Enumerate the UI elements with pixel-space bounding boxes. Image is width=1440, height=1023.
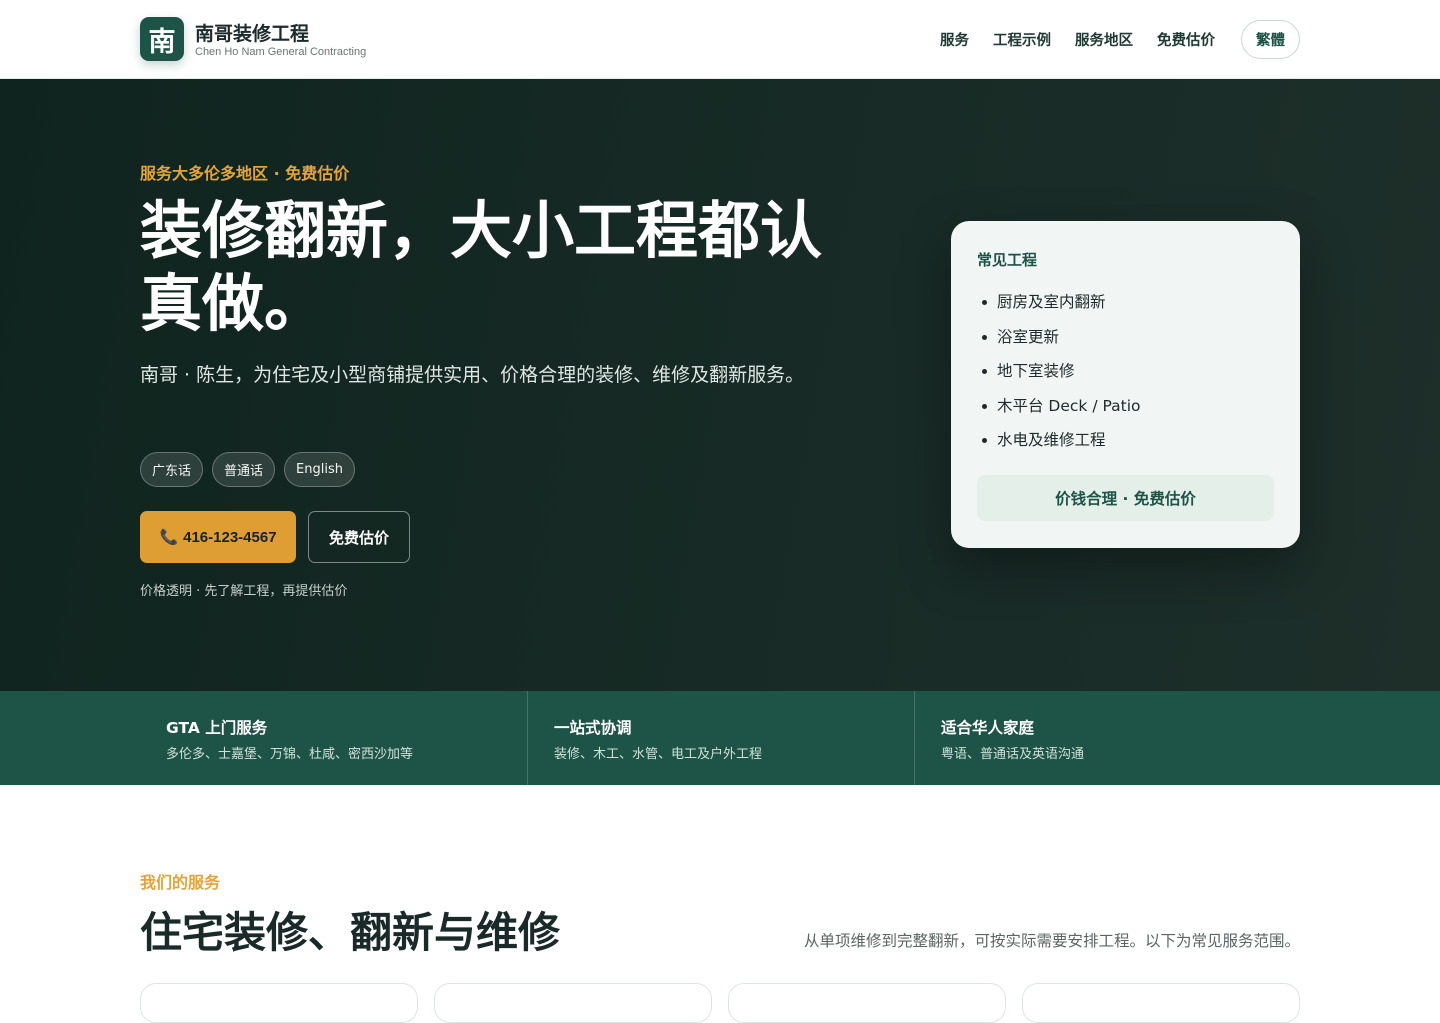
feature-title: 适合华人家庭 [941, 719, 1035, 737]
language-pill-english: English [284, 452, 355, 487]
feature-desc: 粤语、普通话及英语沟通 [941, 747, 1085, 762]
hero-eyebrow: 服务大多伦多地区 · 免费估价 [140, 164, 350, 183]
service-card[interactable] [728, 983, 1006, 1023]
feature-title: 一站式协调 [554, 719, 632, 737]
hero-headline: 装修翻新，大小工程都认真做。 [140, 194, 823, 340]
nav-link-quote[interactable]: 免费估价 [1157, 29, 1215, 50]
feature-desc: 多伦多、士嘉堡、万锦、杜咸、密西沙加等 [166, 747, 414, 762]
site-header: 南 南哥装修工程 Chen Ho Nam General Contracting… [0, 0, 1440, 79]
feature-chinese-families: 适合华人家庭 粤语、普通话及英语沟通 [914, 691, 1300, 785]
list-item: 木平台 Deck / Patio [977, 389, 1141, 424]
nav-link-areas[interactable]: 服务地区 [1075, 29, 1133, 50]
services-description: 从单项维修到完整翻新，可按实际需要安排工程。以下为常见服务范围。 [803, 932, 1300, 950]
card-title: 常见工程 [977, 251, 1038, 269]
list-item: 厨房及室内翻新 [977, 285, 1141, 320]
call-phone-button[interactable]: 📞 416-123-4567 [140, 511, 296, 563]
phone-number: 416-123-4567 [183, 528, 277, 546]
nav-link-services[interactable]: 服务 [940, 29, 969, 50]
services-eyebrow: 我们的服务 [140, 873, 221, 892]
hero-subtitle: 南哥 · 陈生，为住宅及小型商铺提供实用、价格合理的装修、维修及翻新服务。 [140, 364, 805, 386]
brand-subtitle: Chen Ho Nam General Contracting [195, 46, 367, 58]
main-nav: 服务 工程示例 服务地区 免费估价 [940, 29, 1215, 50]
brand-name[interactable]: 南哥装修工程 [195, 19, 309, 46]
list-item: 浴室更新 [977, 320, 1141, 355]
list-item: 水电及维修工程 [977, 423, 1141, 458]
phone-icon: 📞 [159, 529, 179, 546]
language-toggle-button[interactable]: 繁體 [1241, 20, 1300, 59]
language-pill-mandarin: 普通话 [212, 452, 276, 487]
feature-strip: GTA 上门服务 多伦多、士嘉堡、万锦、杜咸、密西沙加等 一站式协调 装修、木工… [0, 691, 1440, 785]
feature-gta-service: GTA 上门服务 多伦多、士嘉堡、万锦、杜咸、密西沙加等 [140, 691, 527, 785]
service-card[interactable] [140, 983, 418, 1023]
services-title: 住宅装修、翻新与维修 [140, 908, 561, 957]
card-footer-badge: 价钱合理 · 免费估价 [977, 475, 1274, 521]
project-list: 厨房及室内翻新 浴室更新 地下室装修 木平台 Deck / Patio 水电及维… [977, 285, 1141, 458]
nav-link-projects[interactable]: 工程示例 [993, 29, 1051, 50]
feature-desc: 装修、木工、水管、电工及户外工程 [554, 747, 763, 762]
feature-title: GTA 上门服务 [166, 719, 268, 737]
list-item: 地下室装修 [977, 354, 1141, 389]
hero-section: 服务大多伦多地区 · 免费估价 装修翻新，大小工程都认真做。 南哥 · 陈生，为… [0, 79, 1440, 691]
logo-mark[interactable]: 南 [140, 17, 184, 61]
language-pills: 广东话 普通话 English [140, 452, 355, 487]
feature-one-stop: 一站式协调 装修、木工、水管、电工及户外工程 [527, 691, 914, 785]
hero-note: 价格透明 · 先了解工程，再提供估价 [140, 584, 348, 599]
service-card[interactable] [1022, 983, 1300, 1023]
service-card[interactable] [434, 983, 712, 1023]
language-pill-cantonese: 广东话 [140, 452, 204, 487]
free-quote-button[interactable]: 免费估价 [308, 511, 410, 563]
common-projects-card: 常见工程 厨房及室内翻新 浴室更新 地下室装修 木平台 Deck / Patio… [951, 221, 1300, 548]
